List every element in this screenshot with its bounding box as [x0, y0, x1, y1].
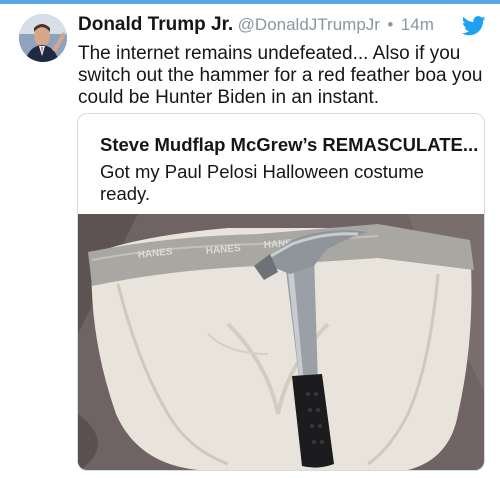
separator-dot: •: [387, 15, 394, 34]
handle[interactable]: @DonaldJTrumpJr: [238, 15, 380, 34]
timestamp[interactable]: 14m: [401, 15, 434, 34]
quoted-text: Got my Paul Pelosi Halloween costume rea…: [100, 161, 424, 204]
display-name[interactable]: Donald Trump Jr.: [78, 14, 233, 35]
twitter-bird-icon[interactable]: [461, 16, 486, 36]
avatar[interactable]: [19, 14, 67, 62]
tweet: Donald Trump Jr. @DonaldJTrumpJr • 14m T…: [0, 4, 500, 478]
quoted-tweet-card[interactable]: Steve Mudflap McGrew’s REMASCULATE... Go…: [77, 113, 485, 471]
tweet-header: Donald Trump Jr. @DonaldJTrumpJr • 14m: [78, 14, 480, 40]
tweet-text: The internet remains undefeated... Also …: [78, 43, 483, 108]
quoted-author: Steve Mudflap McGrew’s REMASCULATE...: [100, 134, 479, 155]
avatar-image: [19, 14, 67, 62]
quoted-photo[interactable]: HANES HANES HANES: [78, 214, 485, 471]
